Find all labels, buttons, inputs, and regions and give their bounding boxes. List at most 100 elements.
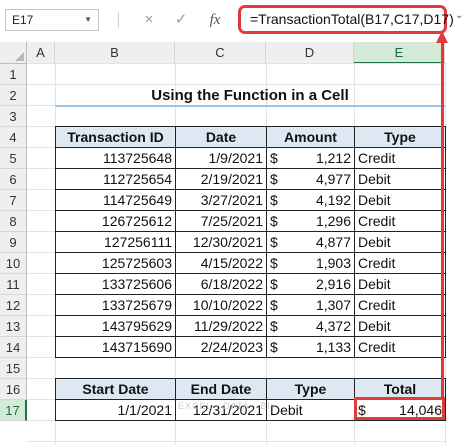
type-cell[interactable]: Debit [354, 231, 446, 253]
type-cell[interactable]: Debit [354, 168, 446, 190]
amount-value: 1,307 [315, 297, 351, 313]
transaction-id-cell[interactable]: 114725649 [55, 189, 176, 211]
start-date-cell[interactable]: 1/1/2021 [55, 399, 176, 421]
date-cell[interactable]: 2/19/2021 [175, 168, 267, 190]
header-transaction-id[interactable]: Transaction ID [55, 126, 176, 148]
column-header-e[interactable]: E [354, 42, 445, 64]
date-cell[interactable]: 12/30/2021 [175, 231, 267, 253]
row-header-15[interactable]: 15 [0, 358, 27, 379]
chevron-down-icon[interactable]: ▼ [84, 10, 92, 30]
date-cell[interactable]: 10/10/2022 [175, 294, 267, 316]
row-header-10[interactable]: 10 [0, 253, 27, 274]
currency-symbol: $ [270, 318, 278, 334]
header-end-date[interactable]: End Date [175, 378, 267, 400]
amount-cell[interactable]: $1,903 [266, 252, 355, 274]
name-box[interactable]: E17 ▼ [5, 9, 99, 31]
grid-line [27, 84, 447, 85]
currency-symbol: $ [270, 213, 278, 229]
date-cell[interactable]: 6/18/2022 [175, 273, 267, 295]
amount-value: 4,372 [315, 318, 351, 334]
name-box-value: E17 [12, 13, 34, 27]
arrow-up-icon [436, 31, 448, 43]
row-header-1[interactable]: 1 [0, 64, 27, 85]
insert-function-icon[interactable]: fx [206, 10, 224, 30]
transaction-id-cell[interactable]: 127256111 [55, 231, 176, 253]
column-header-b[interactable]: B [55, 42, 175, 64]
enter-icon[interactable]: ✓ [172, 10, 190, 30]
row-header-8[interactable]: 8 [0, 211, 27, 232]
row-header-6[interactable]: 6 [0, 169, 27, 190]
divider [118, 12, 119, 28]
summary-type-cell[interactable]: Debit [266, 399, 355, 421]
amount-cell[interactable]: $2,916 [266, 273, 355, 295]
amount-value: 4,192 [315, 192, 351, 208]
column-header-d[interactable]: D [266, 42, 354, 64]
expand-formula-bar-icon[interactable]: ⌄ [455, 10, 463, 21]
date-cell[interactable]: 3/27/2021 [175, 189, 267, 211]
header-summary-type[interactable]: Type [266, 378, 355, 400]
date-cell[interactable]: 11/29/2022 [175, 315, 267, 337]
transaction-id-cell[interactable]: 113725648 [55, 147, 176, 169]
currency-symbol: $ [270, 276, 278, 292]
transaction-id-cell[interactable]: 133725679 [55, 294, 176, 316]
row-header-7[interactable]: 7 [0, 190, 27, 211]
date-cell[interactable]: 4/15/2022 [175, 252, 267, 274]
date-cell[interactable]: 2/24/2023 [175, 336, 267, 358]
type-cell[interactable]: Credit [354, 210, 446, 232]
row-header-5[interactable]: 5 [0, 148, 27, 169]
type-cell[interactable]: Credit [354, 252, 446, 274]
currency-symbol: $ [270, 234, 278, 250]
currency-symbol: $ [270, 297, 278, 313]
type-cell[interactable]: Debit [354, 273, 446, 295]
transaction-id-cell[interactable]: 133725606 [55, 273, 176, 295]
transaction-id-cell[interactable]: 126725612 [55, 210, 176, 232]
transaction-id-cell[interactable]: 143795629 [55, 315, 176, 337]
row-header-4[interactable]: 4 [0, 127, 27, 148]
amount-value: 4,877 [315, 234, 351, 250]
row-header-14[interactable]: 14 [0, 337, 27, 358]
amount-cell[interactable]: $4,372 [266, 315, 355, 337]
amount-cell[interactable]: $4,192 [266, 189, 355, 211]
arrow-line [441, 34, 444, 397]
row-header-12[interactable]: 12 [0, 295, 27, 316]
type-cell[interactable]: Debit [354, 315, 446, 337]
amount-cell[interactable]: $1,212 [266, 147, 355, 169]
type-cell[interactable]: Credit [354, 294, 446, 316]
type-cell[interactable]: Debit [354, 189, 446, 211]
formula-input[interactable]: =TransactionTotal(B17,C17,D17) [238, 5, 454, 34]
amount-value: 1,212 [315, 150, 351, 166]
transaction-id-cell[interactable]: 143715690 [55, 336, 176, 358]
column-header-c[interactable]: C [175, 42, 266, 64]
row-header-11[interactable]: 11 [0, 274, 27, 295]
date-cell[interactable]: 1/9/2021 [175, 147, 267, 169]
header-start-date[interactable]: Start Date [55, 378, 176, 400]
date-cell[interactable]: 7/25/2021 [175, 210, 267, 232]
table-row: 125725603 4/15/2022 $1,903 Credit [55, 252, 446, 274]
row-header-9[interactable]: 9 [0, 232, 27, 253]
type-cell[interactable]: Credit [354, 336, 446, 358]
currency-symbol: $ [270, 150, 278, 166]
amount-cell[interactable]: $4,877 [266, 231, 355, 253]
row-header-16[interactable]: 16 [0, 379, 27, 400]
row-header-13[interactable]: 13 [0, 316, 27, 337]
type-cell[interactable]: Credit [354, 147, 446, 169]
table-row: 143715690 2/24/2023 $1,133 Credit [55, 336, 446, 358]
table-row: 143795629 11/29/2022 $4,372 Debit [55, 315, 446, 337]
amount-cell[interactable]: $4,977 [266, 168, 355, 190]
column-header-a[interactable]: A [27, 42, 55, 64]
row-header-3[interactable]: 3 [0, 106, 27, 127]
amount-cell[interactable]: $1,296 [266, 210, 355, 232]
row-header-2[interactable]: 2 [0, 85, 27, 106]
header-date[interactable]: Date [175, 126, 267, 148]
title-underline [55, 105, 445, 107]
select-all-button[interactable] [0, 42, 27, 64]
transaction-id-cell[interactable]: 112725654 [55, 168, 176, 190]
transaction-id-cell[interactable]: 125725603 [55, 252, 176, 274]
header-amount[interactable]: Amount [266, 126, 355, 148]
amount-value: 1,903 [315, 255, 351, 271]
header-type[interactable]: Type [354, 126, 446, 148]
row-header-17[interactable]: 17 [0, 400, 27, 421]
cancel-icon[interactable]: × [140, 10, 158, 30]
amount-cell[interactable]: $1,133 [266, 336, 355, 358]
amount-cell[interactable]: $1,307 [266, 294, 355, 316]
